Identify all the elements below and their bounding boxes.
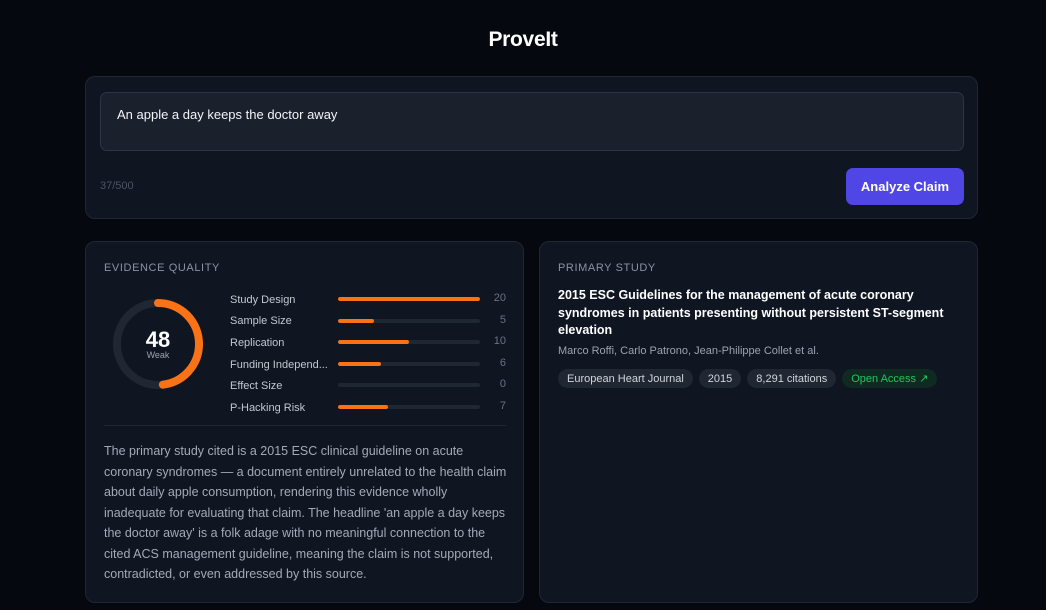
metric-bar bbox=[338, 361, 480, 366]
metric-name: Effect Size bbox=[230, 380, 283, 393]
citations-tag: 8,291 citations bbox=[747, 369, 837, 388]
char-count: 37/500 bbox=[100, 180, 134, 192]
primary-study-label: PRIMARY STUDY bbox=[558, 262, 656, 274]
study-tags: European Heart Journal 2015 8,291 citati… bbox=[558, 369, 938, 388]
metric-bar-fill bbox=[338, 404, 388, 409]
analyze-claim-button[interactable]: Analyze Claim bbox=[846, 168, 964, 205]
evidence-summary: The primary study cited is a 2015 ESC cl… bbox=[104, 444, 507, 581]
metric-name: Sample Size bbox=[230, 315, 292, 328]
metric-name: Funding Independ... bbox=[230, 358, 328, 371]
metric-bar bbox=[338, 318, 480, 323]
metric-bar bbox=[338, 383, 480, 388]
metric-score: 20 bbox=[493, 292, 506, 304]
evidence-score-label: Weak bbox=[146, 350, 170, 360]
claim-input[interactable]: An apple a day keeps the doctor away bbox=[100, 92, 964, 151]
metric-row: Sample Size 5 bbox=[230, 311, 506, 333]
metric-score: 7 bbox=[499, 399, 506, 412]
primary-study-card: PRIMARY STUDY 2015 ESC Guidelines for th… bbox=[539, 241, 978, 603]
year-tag: 2015 bbox=[698, 369, 742, 388]
open-access-link[interactable]: Open Access ↗ bbox=[842, 369, 938, 388]
metric-row: P-Hacking Risk 7 bbox=[230, 397, 506, 419]
divider bbox=[104, 425, 506, 426]
metric-row: Replication 10 bbox=[230, 332, 506, 354]
metric-row: Study Design 20 bbox=[230, 289, 506, 311]
metric-score: 0 bbox=[499, 378, 506, 391]
metric-bar-fill bbox=[338, 340, 409, 345]
metric-row: Effect Size 0 bbox=[230, 375, 506, 397]
metric-list: Study Design 20 Sample Size 5 Replicatio… bbox=[230, 289, 506, 419]
metric-bar-fill bbox=[338, 297, 480, 301]
metric-row: Funding Independ... 6 bbox=[230, 354, 506, 376]
journal-tag: European Heart Journal bbox=[558, 369, 693, 388]
study-authors: Marco Roffi, Carlo Patrono, Jean-Philipp… bbox=[558, 345, 819, 357]
evidence-quality-card: EVIDENCE QUALITY 48 Weak Study Design 20… bbox=[85, 241, 524, 603]
metric-bar bbox=[338, 297, 480, 301]
study-title: 2015 ESC Guidelines for the management o… bbox=[558, 288, 944, 337]
metric-score: 5 bbox=[499, 313, 506, 326]
metric-score: 6 bbox=[499, 356, 506, 369]
metric-score: 10 bbox=[493, 335, 506, 348]
metric-name: Study Design bbox=[230, 293, 296, 306]
claim-input-card: An apple a day keeps the doctor away 37/… bbox=[85, 76, 978, 219]
metric-bar-fill bbox=[338, 361, 381, 366]
app-title: ProveIt bbox=[488, 28, 558, 51]
metric-bar bbox=[338, 404, 480, 409]
evidence-quality-label: EVIDENCE QUALITY bbox=[104, 262, 220, 274]
metric-bar bbox=[338, 340, 480, 345]
metric-name: P-Hacking Risk bbox=[230, 401, 306, 414]
metric-name: Replication bbox=[230, 336, 285, 349]
metric-bar-fill bbox=[338, 318, 374, 323]
